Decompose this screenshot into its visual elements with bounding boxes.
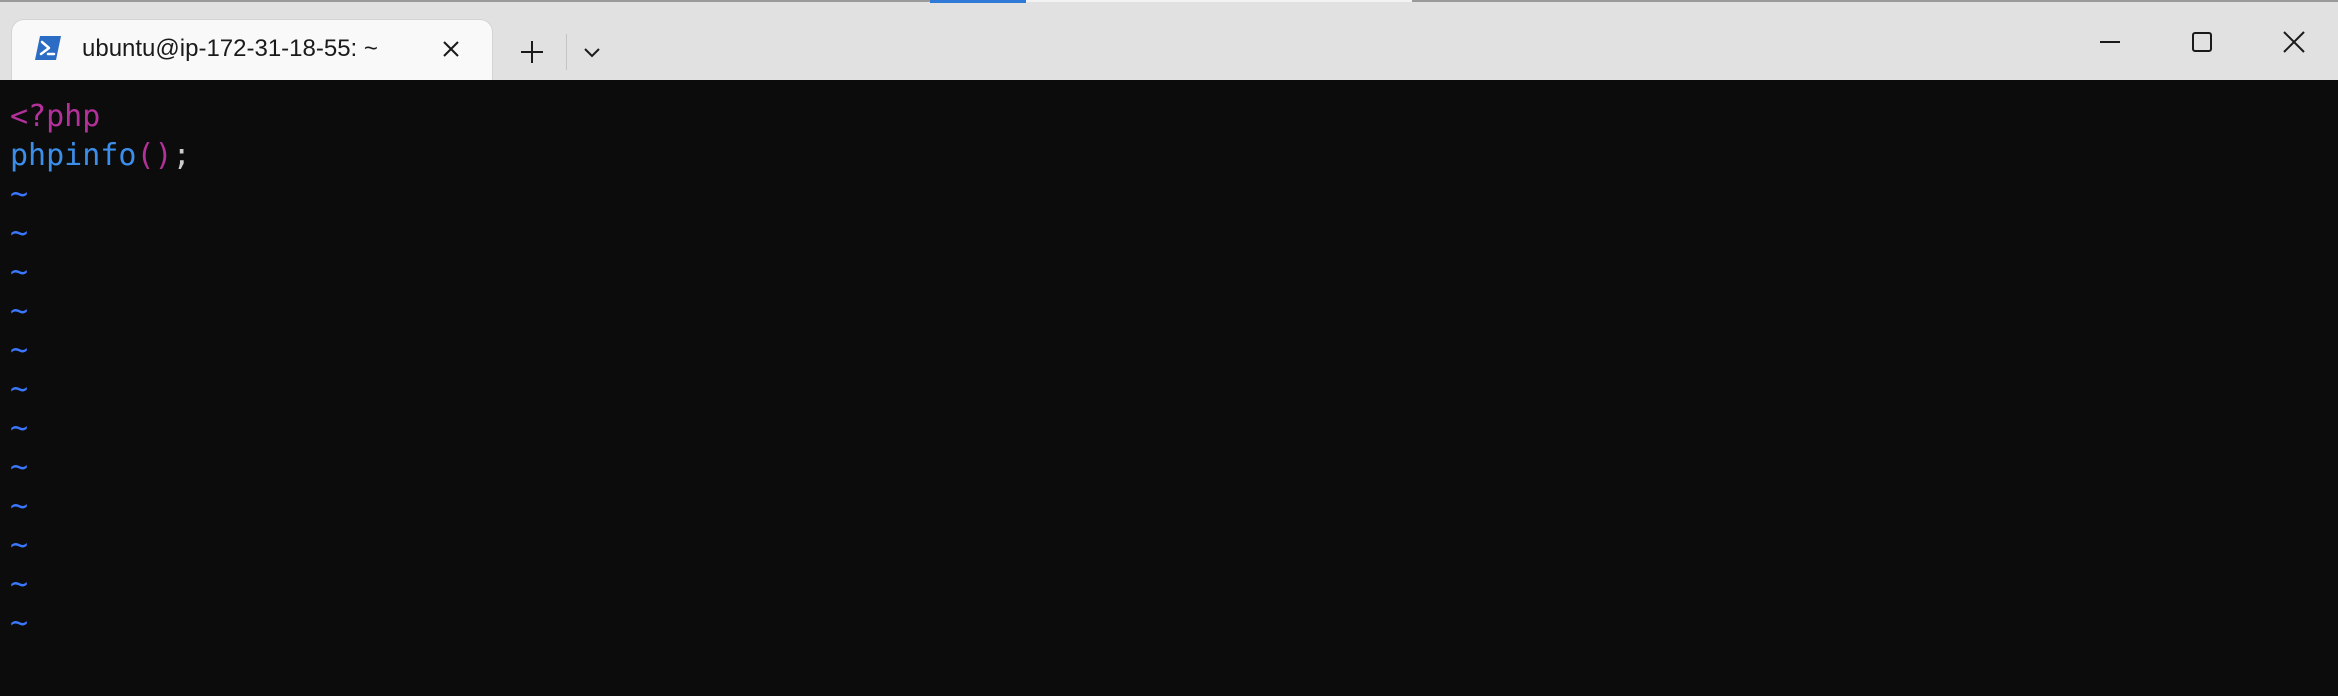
code-token: () (136, 138, 173, 173)
empty-line-marker: ~ (10, 567, 29, 602)
code-line: <?php (10, 97, 2338, 136)
empty-line-marker: ~ (10, 372, 29, 407)
tab-title: ubuntu@ip-172-31-18-55: ~ (82, 35, 378, 62)
terminal-content[interactable]: <?php phpinfo(); ~ ~ ~ ~ ~ ~ ~ ~ ~ ~ ~ ~ (0, 80, 2338, 696)
maximize-icon[interactable] (2156, 16, 2248, 68)
plus-icon[interactable] (510, 30, 554, 74)
close-window-icon[interactable] (2248, 16, 2338, 68)
empty-line-marker: ~ (10, 294, 29, 329)
code-token: <?php (10, 99, 101, 134)
close-icon[interactable] (436, 34, 466, 64)
minimize-icon[interactable] (2064, 16, 2156, 68)
code-token: ; (172, 138, 191, 173)
empty-line-marker: ~ (10, 450, 29, 485)
empty-line-marker: ~ (10, 177, 29, 212)
empty-line-marker: ~ (10, 606, 29, 641)
tab-separator (566, 34, 567, 70)
empty-line-marker: ~ (10, 255, 29, 290)
accent-strip (930, 0, 1026, 3)
empty-line-marker: ~ (10, 411, 29, 446)
code-line: phpinfo(); (10, 136, 2338, 175)
highlight-strip (1026, 0, 1412, 2)
empty-line-marker: ~ (10, 489, 29, 524)
chevron-down-icon[interactable] (574, 34, 610, 70)
empty-line-marker: ~ (10, 333, 29, 368)
empty-line-marker: ~ (10, 528, 29, 563)
title-bar: ubuntu@ip-172-31-18-55: ~ (0, 0, 2338, 82)
powershell-icon (34, 34, 62, 62)
empty-line-marker: ~ (10, 216, 29, 251)
terminal-window: ubuntu@ip-172-31-18-55: ~ <?php phpinfo(… (0, 0, 2338, 696)
code-token: phpinfo (10, 138, 137, 173)
tab-ubuntu[interactable]: ubuntu@ip-172-31-18-55: ~ (12, 20, 492, 82)
